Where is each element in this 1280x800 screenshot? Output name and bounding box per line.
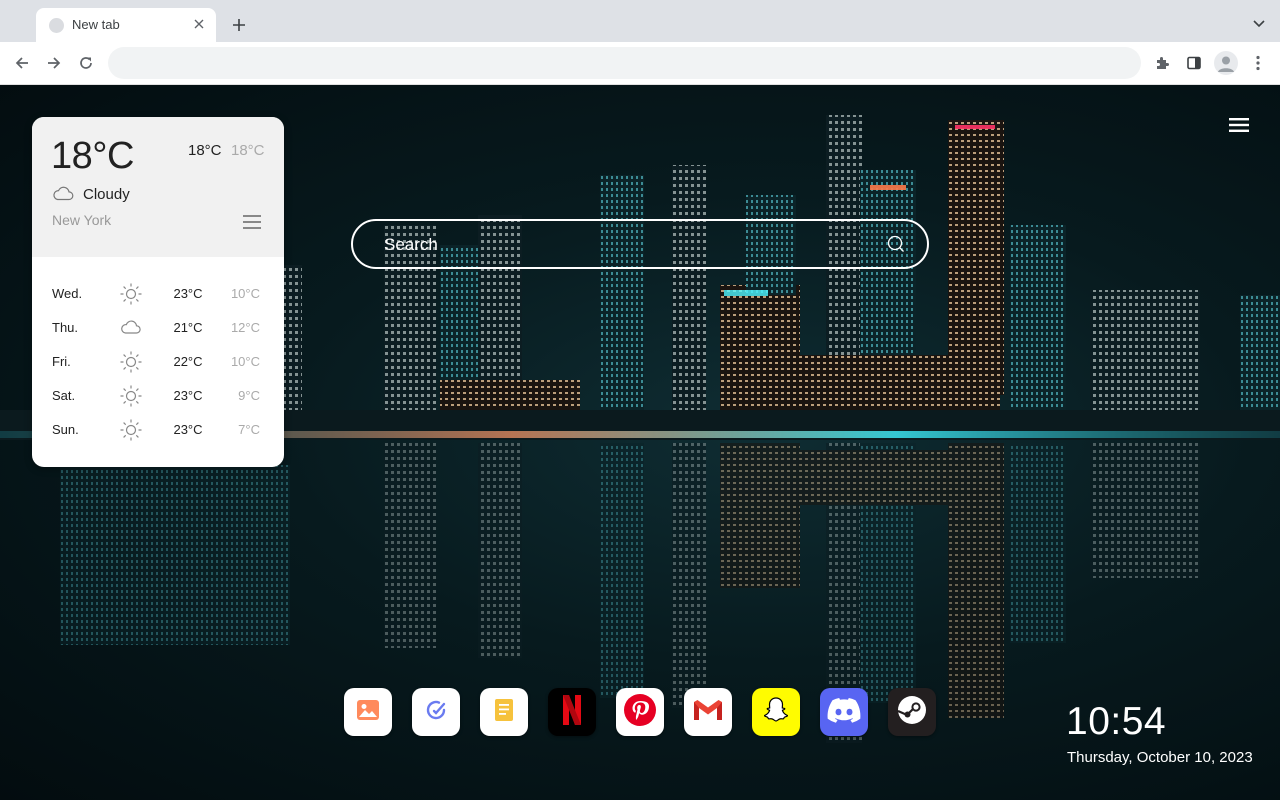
forecast-low: 9°C [238,388,260,403]
forecast-row: Sat. 23°C 9°C [32,379,284,413]
discord-icon [827,697,861,728]
tab-title: New tab [72,17,120,32]
app-photos[interactable] [344,688,392,736]
forecast-day: Sun. [52,422,79,437]
forecast-low: 10°C [230,286,260,301]
forecast-low: 12°C [230,320,260,335]
snapchat-icon [760,694,792,731]
app-snapchat[interactable] [752,688,800,736]
notes-icon [493,698,515,727]
forecast-day: Fri. [52,354,71,369]
app-gmail[interactable] [684,688,732,736]
weather-widget[interactable]: 18°C 18°C 18°C Cloudy New York Wed. 23°C… [32,117,284,467]
extensions-puzzle-icon[interactable] [1150,51,1174,75]
pinterest-icon [623,693,657,732]
app-tasks[interactable] [412,688,460,736]
weather-city: New York [52,212,112,228]
forecast-row: Thu. 21°C 12°C [32,311,284,345]
today-high-temperature: 18°C [188,142,222,159]
forecast-day: Sat. [52,388,76,403]
forecast-high: 22°C [173,354,203,369]
sun-icon [119,384,143,413]
forecast-high: 23°C [173,422,203,437]
sun-icon [119,418,143,447]
weather-menu-icon[interactable] [243,214,261,235]
forecast-high: 23°C [173,286,203,301]
app-discord[interactable] [820,688,868,736]
sun-icon [119,282,143,311]
forecast-row: Fri. 22°C 10°C [32,345,284,379]
hamburger-menu-icon[interactable] [1229,117,1249,138]
app-steam[interactable] [888,688,936,736]
tab-new-tab[interactable]: New tab [36,8,216,42]
tab-strip: New tab [0,0,1280,42]
side-panel-icon[interactable] [1182,51,1206,75]
cloud-icon [52,185,74,206]
app-notes[interactable] [480,688,528,736]
reload-icon[interactable] [74,51,98,75]
forecast-row: Wed. 23°C 10°C [32,277,284,311]
netflix-icon [561,694,583,731]
search-input[interactable] [382,232,866,258]
photos-icon [355,698,381,727]
tasks-icon [423,697,449,728]
today-low-temperature: 18°C [231,142,265,159]
search-icon[interactable] [887,235,905,258]
browser-toolbar [0,42,1280,85]
weather-condition: Cloudy [83,186,130,203]
current-temperature: 18°C [51,135,134,177]
profile-avatar-icon[interactable] [1214,51,1238,75]
cloud-icon [119,316,143,345]
app-netflix[interactable] [548,688,596,736]
new-tab-plus-icon[interactable] [226,12,252,38]
forecast-high: 23°C [173,388,203,403]
search-box [351,219,929,269]
forecast-day: Wed. [52,286,83,301]
forecast-row: Sun. 23°C 7°C [32,413,284,447]
browser-menu-kebab-icon[interactable] [1246,51,1270,75]
tab-close-icon[interactable] [190,15,208,33]
forecast-low: 7°C [238,422,260,437]
clock-date: Thursday, October 10, 2023 [1067,749,1253,766]
gmail-icon [692,698,724,727]
clock-time: 10:54 [1066,700,1167,743]
sun-icon [119,350,143,379]
tab-search-chevron-icon[interactable] [1248,13,1270,35]
forecast-day: Thu. [52,320,79,335]
forecast-low: 10°C [230,354,260,369]
new-tab-page: 18°C 18°C 18°C Cloudy New York Wed. 23°C… [0,85,1280,800]
app-pinterest[interactable] [616,688,664,736]
forward-arrow-icon[interactable] [42,51,66,75]
forecast-high: 21°C [173,320,203,335]
address-bar-input[interactable] [108,47,1141,79]
tab-favicon-icon [49,18,64,33]
steam-icon [896,694,928,731]
weather-current-panel: 18°C 18°C 18°C Cloudy New York [32,117,284,257]
back-arrow-icon[interactable] [10,51,34,75]
